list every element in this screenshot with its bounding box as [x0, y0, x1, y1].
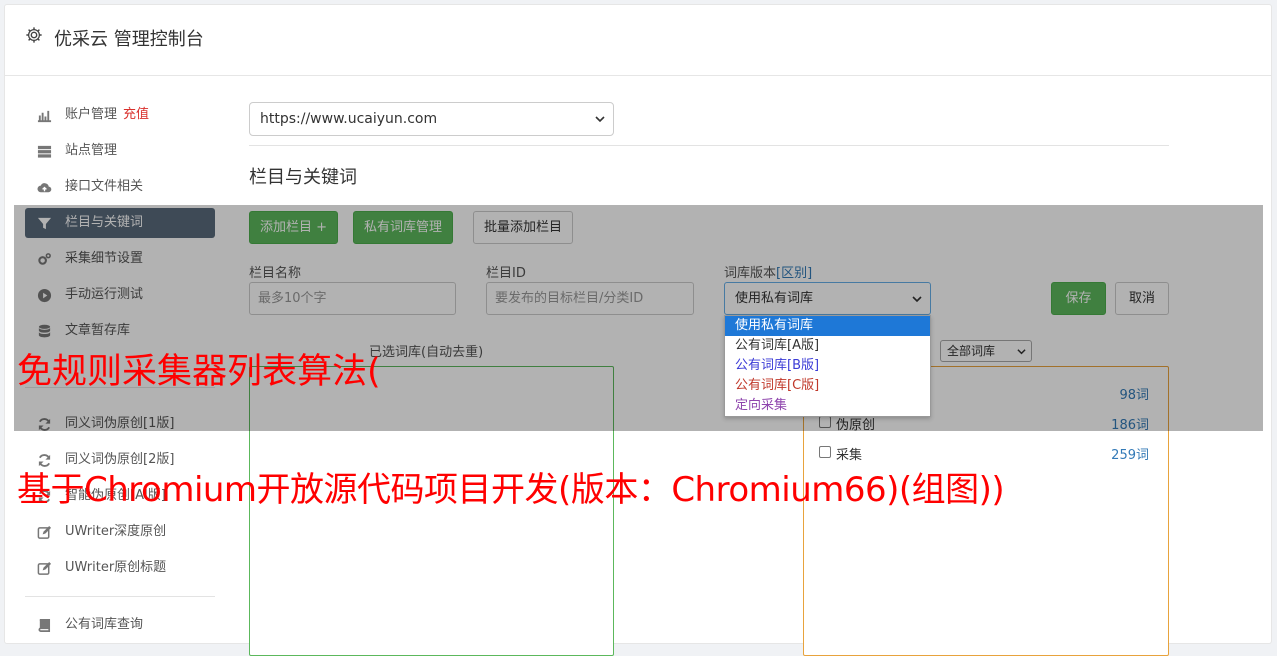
chevron-down-icon [595, 116, 605, 123]
watermark-text-1: 免规则采集器列表算法( [17, 352, 381, 392]
dropdown-option-private[interactable]: 使用私有词库 [725, 316, 930, 336]
sidebar-item-label: 账户管理 [65, 107, 118, 122]
site-select-value: https://www.ucaiyun.com [260, 111, 438, 127]
edit-icon [37, 525, 52, 539]
lib-name: 采集 [836, 448, 863, 463]
sidebar-item-uwriter-deep[interactable]: UWriter深度原创 [25, 517, 215, 547]
cloud-upload-icon [37, 183, 52, 193]
watermark-text-2: 基于Chromium开放源代码项目开发(版本：Chromium66)(组图)) [17, 470, 1005, 510]
page-title: 优采云 管理控制台 [54, 29, 204, 50]
lib-version-dropdown: 使用私有词库 公有词库[A版] 公有词库[B版] 公有词库[C版] 定向采集 [724, 315, 931, 417]
lib-checkbox[interactable] [819, 446, 831, 458]
sidebar-item-label: UWriter原创标题 [65, 560, 167, 575]
dropdown-option-public-c[interactable]: 公有词库[C版] [725, 376, 930, 396]
page-header: 优采云 管理控制台 [5, 5, 1271, 76]
refresh-icon [38, 454, 51, 467]
server-icon [37, 145, 52, 158]
sidebar-item-label: 站点管理 [65, 143, 118, 158]
bar-chart-icon [37, 110, 52, 123]
edit-icon [37, 561, 52, 575]
gear-icon [26, 27, 42, 43]
dropdown-option-directed[interactable]: 定向采集 [725, 396, 930, 416]
recharge-link[interactable]: 充值 [123, 107, 149, 122]
sidebar-item-account[interactable]: 账户管理 充值 [25, 100, 215, 130]
book-icon [38, 619, 51, 632]
section-divider [249, 145, 1169, 146]
dropdown-option-public-a[interactable]: 公有词库[A版] [725, 336, 930, 356]
lib-count: 259词 [1111, 448, 1149, 463]
sidebar-item-interface[interactable]: 接口文件相关 [25, 172, 215, 202]
site-select[interactable]: https://www.ucaiyun.com [249, 102, 614, 136]
section-title: 栏目与关键词 [249, 167, 357, 188]
sidebar-item-label: 接口文件相关 [65, 179, 144, 194]
sidebar-item-sites[interactable]: 站点管理 [25, 136, 215, 166]
sidebar-item-label: UWriter深度原创 [65, 524, 167, 539]
dim-overlay [14, 205, 1263, 431]
sidebar-divider [25, 596, 215, 597]
sidebar-item-uwriter-title[interactable]: UWriter原创标题 [25, 553, 215, 583]
dropdown-option-public-b[interactable]: 公有词库[B版] [725, 356, 930, 376]
